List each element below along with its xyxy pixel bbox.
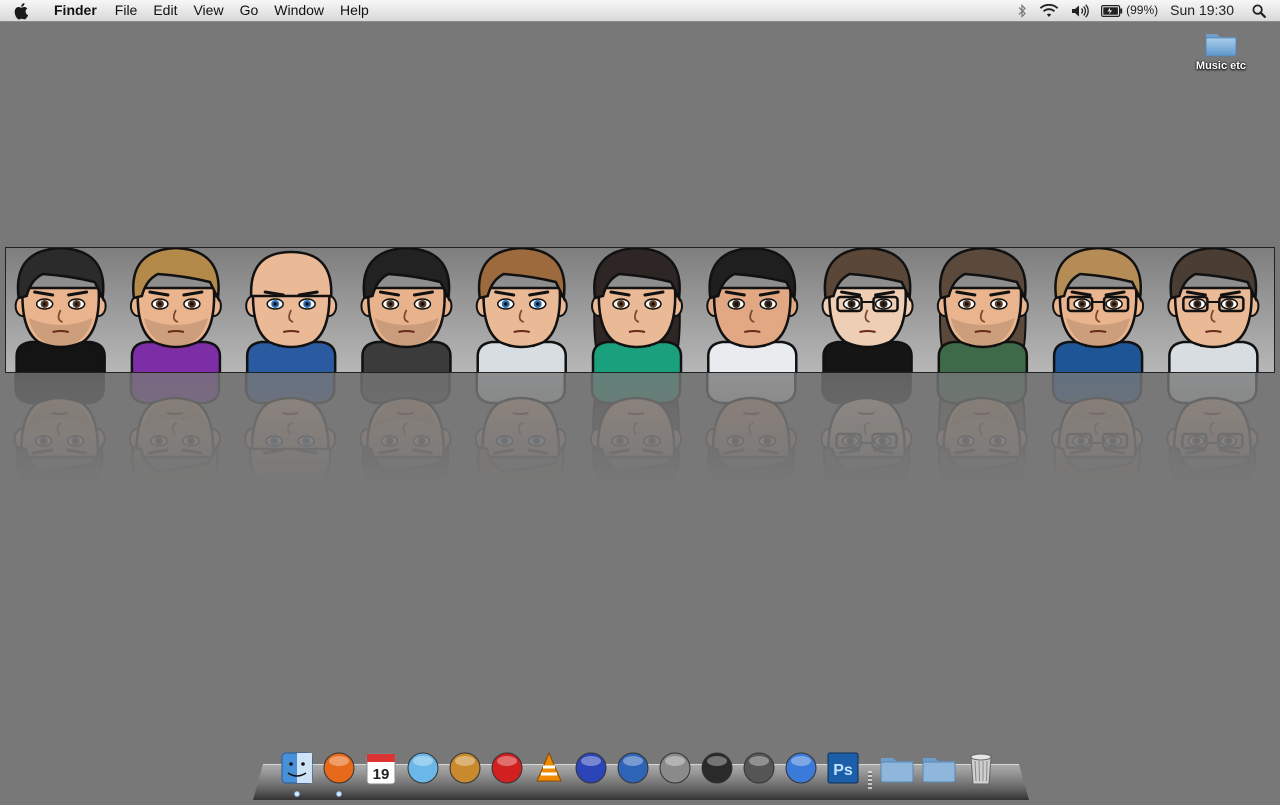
dock-separator <box>864 749 876 791</box>
ical-icon: 19 <box>366 753 396 785</box>
wifi-icon[interactable] <box>1033 3 1065 18</box>
avatar-11 <box>1167 248 1260 372</box>
dock-item-disk-utility[interactable] <box>738 747 780 789</box>
menu-go[interactable]: Go <box>232 0 267 21</box>
avatar-row <box>14 248 1260 372</box>
documents-folder-icon <box>922 758 956 783</box>
video-editor-icon <box>701 752 733 784</box>
menu-view[interactable]: View <box>185 0 231 21</box>
avatar-1 <box>14 248 107 372</box>
avatar-8 <box>821 248 914 372</box>
dock-item-system-preferences[interactable] <box>654 747 696 789</box>
globe-icon <box>617 752 649 784</box>
menu-app-finder[interactable]: Finder <box>44 0 107 21</box>
menu-window[interactable]: Window <box>266 0 332 21</box>
firefox-icon <box>323 752 355 784</box>
running-indicator <box>294 791 300 797</box>
dock: 19 Ps <box>276 743 1002 797</box>
battery-icon <box>1101 4 1123 17</box>
folder-icon <box>1204 28 1238 58</box>
trash-icon <box>970 753 992 785</box>
dock-item-itunes[interactable] <box>402 747 444 789</box>
dock-item-word[interactable] <box>780 747 822 789</box>
avatar-3 <box>245 250 338 372</box>
dock-item-firefox[interactable] <box>318 747 360 797</box>
avatar-4 <box>360 248 453 372</box>
dock-item-ical[interactable]: 19 <box>360 747 402 789</box>
menu-file[interactable]: File <box>107 0 146 21</box>
cyberduck-icon <box>575 752 607 784</box>
avatar-5 <box>475 248 568 372</box>
iphoto-icon <box>449 752 481 784</box>
avatar-2 <box>129 248 222 372</box>
avatar-6 <box>591 248 683 372</box>
desktop-folder-music-etc[interactable]: Music etc <box>1188 28 1254 72</box>
vlc-icon <box>536 751 562 782</box>
menubar-clock[interactable]: Sun 19:30 <box>1164 0 1246 21</box>
ical-date-text: 19 <box>373 766 390 783</box>
disk-utility-icon <box>743 752 775 784</box>
dock-item-trash[interactable] <box>960 747 1002 789</box>
dock-item-vlc[interactable] <box>528 747 570 789</box>
itunes-icon <box>407 752 439 784</box>
dock-item-iphoto[interactable] <box>444 747 486 789</box>
menu-help[interactable]: Help <box>332 0 377 21</box>
bluetooth-icon[interactable] <box>1011 3 1033 18</box>
desktop-icon-label: Music etc <box>1195 60 1247 72</box>
dock-item-applications-folder[interactable] <box>876 747 918 789</box>
dock-item-finder[interactable] <box>276 747 318 797</box>
menu-edit[interactable]: Edit <box>145 0 185 21</box>
avatar-9 <box>936 248 1029 372</box>
banner-reflection <box>5 373 1275 483</box>
transmission-icon <box>491 752 523 784</box>
running-indicator <box>336 791 342 797</box>
photoshop-icon: Ps <box>827 752 859 784</box>
menu-bar: Finder File Edit View Go Window Help (99… <box>0 0 1280 22</box>
battery-status[interactable]: (99%) <box>1095 0 1164 21</box>
dock-item-photoshop[interactable]: Ps <box>822 747 864 789</box>
dock-item-transmission[interactable] <box>486 747 528 789</box>
system-preferences-icon <box>659 752 691 784</box>
spotlight-search-icon[interactable] <box>1246 4 1280 18</box>
avatar-banner <box>5 247 1275 373</box>
applications-folder-icon <box>880 758 914 783</box>
dock-item-globe[interactable] <box>612 747 654 789</box>
battery-percent: (99%) <box>1126 3 1159 17</box>
avatar-10 <box>1052 248 1145 372</box>
dock-item-documents-folder[interactable] <box>918 747 960 789</box>
avatar-7 <box>706 248 799 372</box>
dock-item-video-editor[interactable] <box>696 747 738 789</box>
volume-icon[interactable] <box>1065 3 1095 18</box>
finder-icon <box>281 752 313 784</box>
apple-icon[interactable] <box>0 0 44 21</box>
dock-item-cyberduck[interactable] <box>570 747 612 789</box>
word-icon <box>785 752 817 784</box>
photoshop-label: Ps <box>833 762 853 779</box>
